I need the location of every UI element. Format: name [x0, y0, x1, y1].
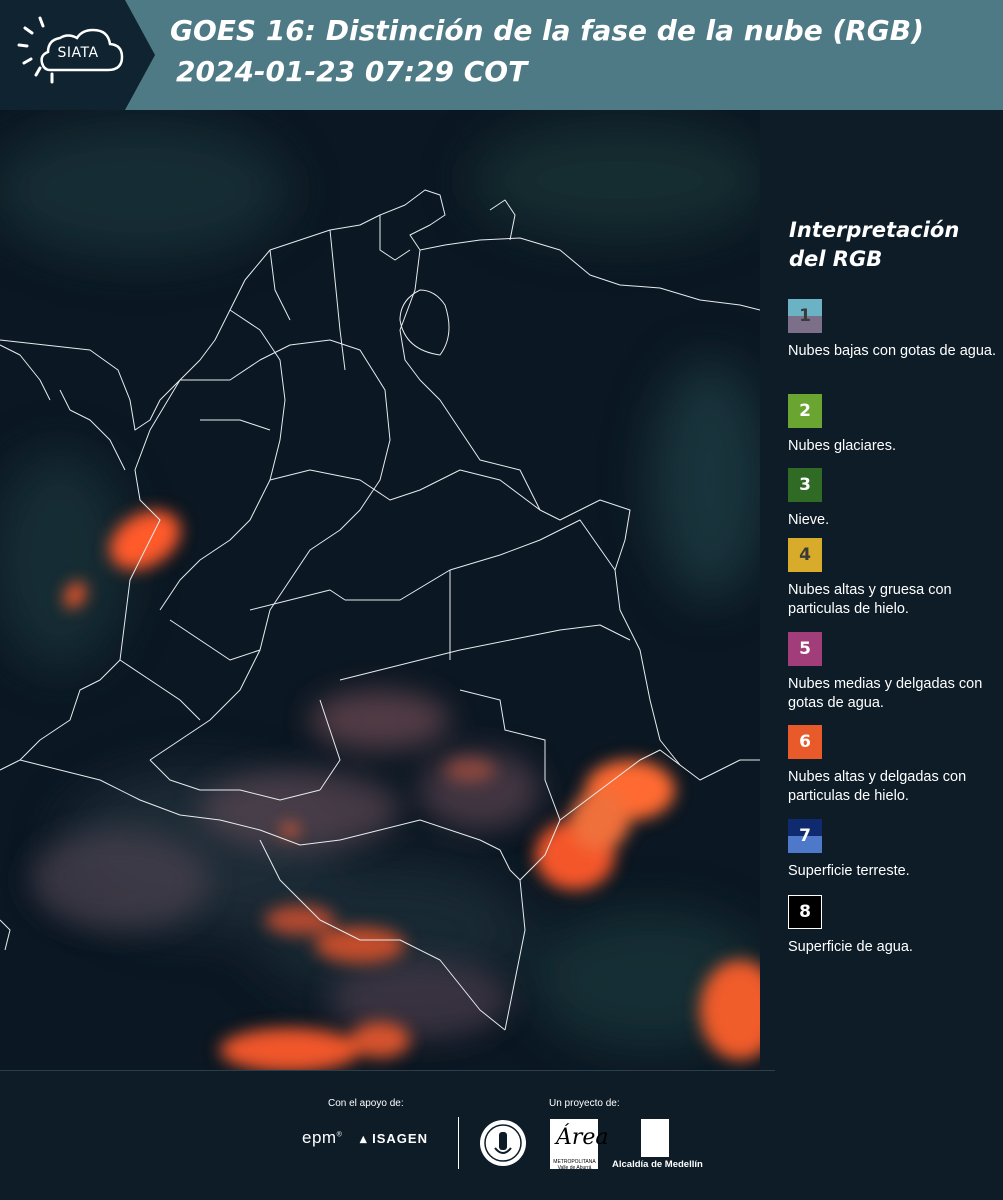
- legend-item-6: 6 Nubes altas y delgadas con particulas …: [788, 725, 998, 806]
- legend-label-5: Nubes medias y delgadas con gotas de agu…: [788, 676, 983, 711]
- support-label: Con el apoyo de:: [328, 1098, 404, 1109]
- legend-title: Interpretación del RGB: [789, 218, 960, 271]
- legend-number-4: 4: [799, 545, 811, 565]
- isagen-logo: ▴ ISAGEN: [360, 1131, 428, 1146]
- legend-number-8: 8: [799, 902, 811, 922]
- legend-number-7: 7: [799, 826, 811, 846]
- area-metropolitana-subtext: METROPOLITANA Valle de Aburrá: [553, 1159, 596, 1171]
- footer-divider-line: [0, 1070, 775, 1071]
- legend-item-5: 5 Nubes medias y delgadas con gotas de a…: [788, 632, 998, 713]
- legend-label-1: Nubes bajas con gotas de agua.: [788, 343, 996, 359]
- legend-panel: Interpretación del RGB 1 Nubes bajas con…: [760, 110, 1003, 1070]
- legend-label-6: Nubes altas y delgadas con particulas de…: [788, 769, 967, 804]
- legend-item-8: 8 Superficie de agua.: [788, 895, 998, 957]
- epm-logo-text: epm: [302, 1128, 337, 1147]
- satellite-map: [0, 110, 760, 1070]
- legend-label-7: Superficie terreste.: [788, 863, 910, 879]
- legend-swatch-4: 4: [788, 538, 822, 572]
- legend-number-3: 3: [799, 475, 811, 495]
- page-title: GOES 16: Distinción de la fase de la nub…: [170, 14, 924, 47]
- isagen-logo-text: ISAGEN: [372, 1131, 428, 1146]
- area-metropolitana-logo-text: Área: [556, 1125, 609, 1150]
- legend-label-2: Nubes glaciares.: [788, 438, 896, 454]
- alcaldia-shield-icon: [641, 1119, 669, 1157]
- legend-swatch-2: 2: [788, 394, 822, 428]
- legend-swatch-8: 8: [788, 895, 822, 929]
- legend-number-2: 2: [799, 401, 811, 421]
- legend-number-1: 1: [799, 306, 811, 326]
- legend-label-4: Nubes altas y gruesa con particulas de h…: [788, 582, 952, 617]
- siata-logo: SIATA: [0, 0, 155, 110]
- legend-label-3: Nieve.: [788, 512, 830, 528]
- page-timestamp: 2024-01-23 07:29 COT: [176, 55, 528, 88]
- footer: Con el apoyo de: Un proyecto de: epm® ▴ …: [0, 1070, 1003, 1200]
- legend-swatch-5: 5: [788, 632, 822, 666]
- footer-vertical-divider: [458, 1117, 459, 1169]
- legend-item-1: 1 Nubes bajas con gotas de agua.: [788, 299, 998, 361]
- logo-text: SIATA: [57, 45, 99, 61]
- legend-swatch-6: 6: [788, 725, 822, 759]
- legend-label-8: Superficie de agua.: [788, 939, 913, 955]
- legend-item-7: 7 Superficie terreste.: [788, 819, 998, 881]
- project-label: Un proyecto de:: [549, 1098, 620, 1109]
- legend-item-3: 3 Nieve.: [788, 468, 998, 530]
- alcaldia-label: Alcaldía de Medellín: [612, 1159, 703, 1170]
- legend-swatch-3: 3: [788, 468, 822, 502]
- legend-swatch-7: 7: [788, 819, 822, 853]
- legend-number-6: 6: [799, 732, 811, 752]
- legend-item-2: 2 Nubes glaciares.: [788, 394, 998, 456]
- legend-swatch-1: 1: [788, 299, 822, 333]
- legend-item-4: 4 Nubes altas y gruesa con particulas de…: [788, 538, 998, 619]
- legend-number-5: 5: [799, 639, 811, 659]
- epm-logo: epm®: [302, 1128, 343, 1147]
- header-bar: SIATA GOES 16: Distinción de la fase de …: [0, 0, 1003, 110]
- seal-icon: [480, 1120, 526, 1166]
